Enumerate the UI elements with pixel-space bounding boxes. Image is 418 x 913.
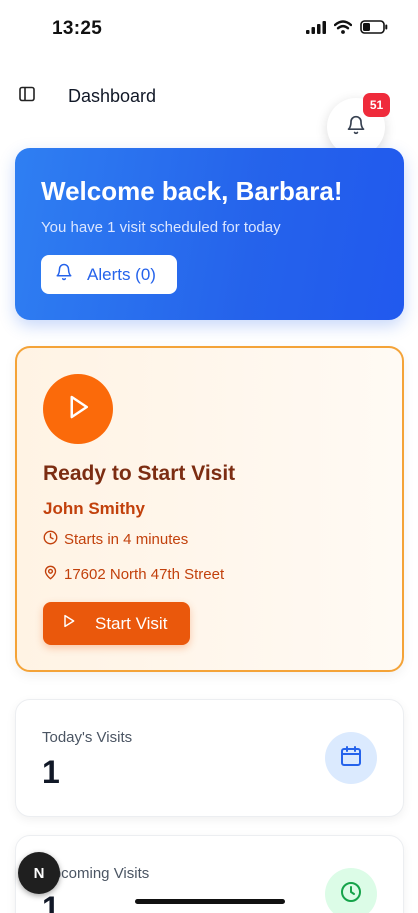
welcome-card: Welcome back, Barbara! You have 1 visit … bbox=[15, 148, 404, 320]
upcoming-visits-value: 1 bbox=[42, 890, 60, 913]
start-visit-button[interactable]: Start Visit bbox=[43, 602, 190, 645]
cellular-signal-icon bbox=[306, 20, 326, 39]
status-time: 13:25 bbox=[52, 18, 103, 39]
dev-tools-badge[interactable]: N bbox=[18, 852, 60, 894]
play-badge bbox=[43, 374, 113, 444]
clock-icon bbox=[339, 880, 363, 909]
alerts-button[interactable]: Alerts (0) bbox=[41, 255, 177, 294]
app-screen: 13:25 Dashboard 51 Welcome back, Barbara… bbox=[0, 0, 418, 913]
ready-visit-card: Ready to Start Visit John Smithy Starts … bbox=[15, 346, 404, 672]
sidebar-toggle-button[interactable] bbox=[16, 85, 38, 107]
map-pin-icon bbox=[43, 565, 58, 584]
bell-icon bbox=[55, 263, 73, 286]
welcome-subtitle: You have 1 visit scheduled for today bbox=[41, 219, 281, 236]
upcoming-visits-icon-badge bbox=[325, 868, 377, 913]
battery-icon bbox=[360, 20, 388, 39]
play-icon bbox=[63, 392, 93, 427]
visit-start-time-row: Starts in 4 minutes bbox=[43, 530, 188, 549]
calendar-icon bbox=[339, 744, 363, 773]
notification-count-badge: 51 bbox=[363, 93, 390, 117]
play-icon bbox=[61, 613, 77, 634]
status-bar: 13:25 bbox=[0, 0, 418, 56]
start-visit-label: Start Visit bbox=[95, 613, 168, 633]
visit-address: 17602 North 47th Street bbox=[64, 566, 225, 583]
visit-address-row: 17602 North 47th Street bbox=[43, 565, 224, 584]
client-name: John Smithy bbox=[43, 499, 146, 518]
todays-visits-card[interactable]: Today's Visits 1 bbox=[15, 699, 404, 817]
todays-visits-icon-badge bbox=[325, 732, 377, 784]
status-icons bbox=[306, 20, 388, 39]
welcome-title: Welcome back, Barbara! bbox=[41, 176, 343, 206]
wifi-icon bbox=[333, 20, 353, 39]
home-indicator[interactable] bbox=[135, 899, 285, 904]
alerts-button-label: Alerts (0) bbox=[87, 264, 156, 284]
todays-visits-value: 1 bbox=[42, 754, 60, 790]
clock-icon bbox=[43, 530, 58, 549]
page-title: Dashboard bbox=[68, 86, 157, 106]
todays-visits-label: Today's Visits bbox=[42, 729, 133, 746]
sidebar-toggle-icon bbox=[19, 86, 35, 107]
ready-visit-title: Ready to Start Visit bbox=[43, 462, 236, 485]
bell-icon bbox=[346, 115, 366, 140]
visit-start-time: Starts in 4 minutes bbox=[64, 531, 189, 548]
